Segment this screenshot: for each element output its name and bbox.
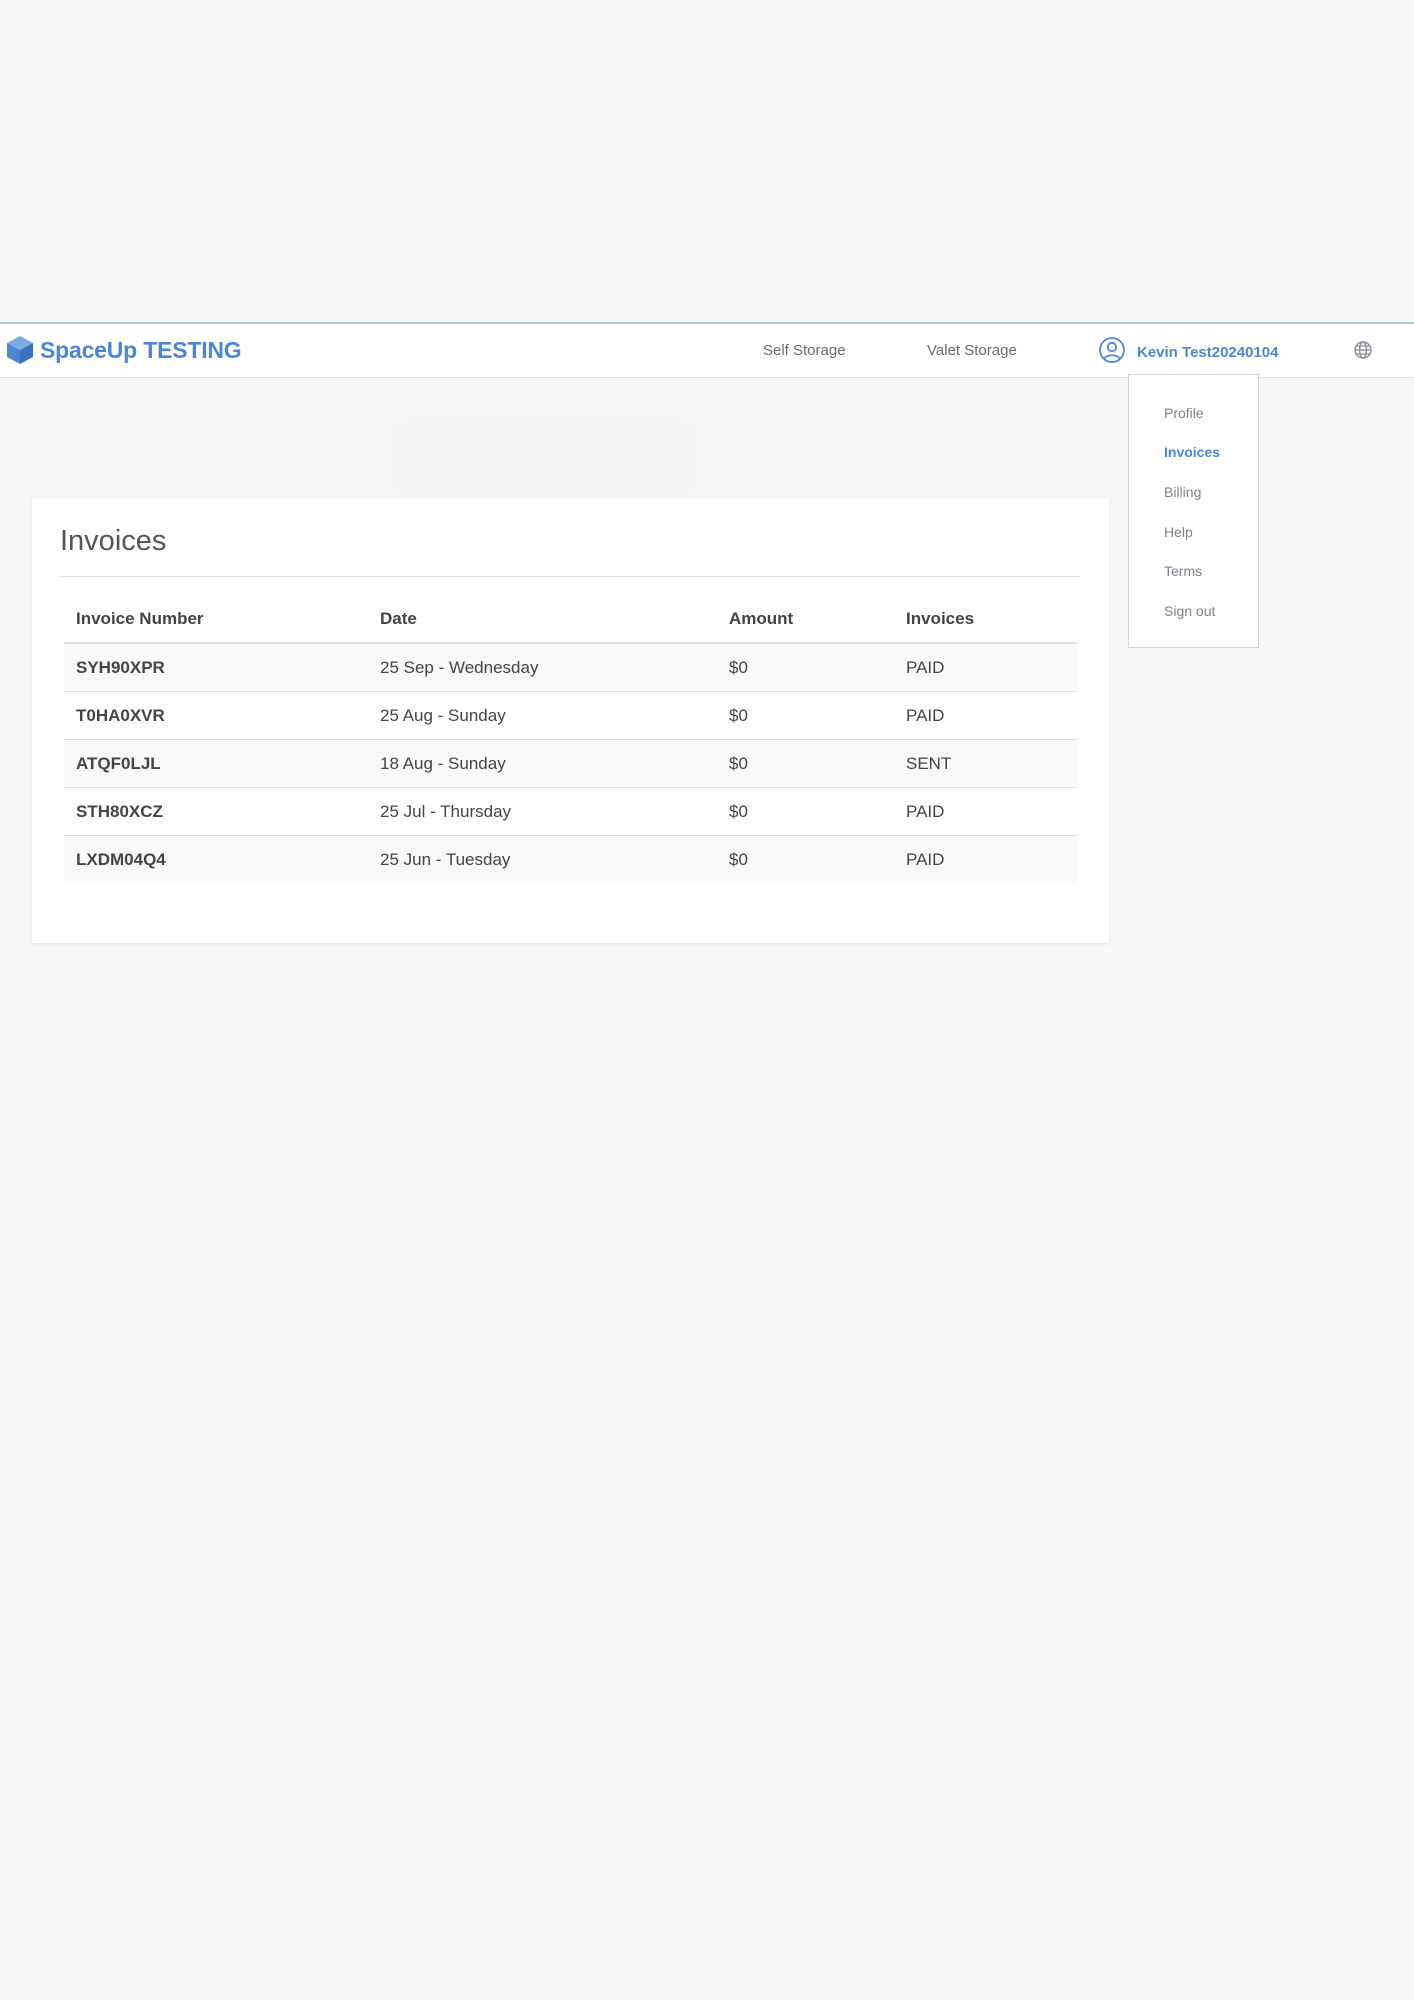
menu-item-invoices[interactable]: Invoices [1164, 444, 1220, 460]
column-header-date: Date [368, 596, 717, 644]
invoice-status: PAID [894, 835, 1077, 883]
invoice-number: LXDM04Q4 [64, 835, 368, 883]
menu-item-profile[interactable]: Profile [1164, 405, 1204, 421]
menu-item-terms[interactable]: Terms [1164, 563, 1202, 579]
table-header-row: Invoice Number Date Amount Invoices [64, 596, 1077, 644]
page-title: Invoices [60, 525, 167, 557]
invoice-status: PAID [894, 787, 1077, 836]
top-navbar: SpaceUp TESTING Self Storage Valet Stora… [0, 322, 1414, 378]
table-row[interactable]: T0HA0XVR 25 Aug - Sunday $0 PAID [64, 691, 1077, 740]
invoice-number: SYH90XPR [64, 643, 368, 692]
table-row[interactable]: ATQF0LJL 18 Aug - Sunday $0 SENT [64, 739, 1077, 788]
invoice-date: 25 Jul - Thursday [368, 787, 717, 836]
menu-item-sign-out[interactable]: Sign out [1164, 603, 1215, 619]
column-header-amount: Amount [717, 596, 894, 644]
menu-item-billing[interactable]: Billing [1164, 484, 1201, 500]
invoice-amount: $0 [717, 835, 894, 883]
brand-name: SpaceUp TESTING [40, 336, 242, 363]
invoices-table: Invoice Number Date Amount Invoices SYH9… [64, 596, 1077, 883]
invoice-status: PAID [894, 691, 1077, 740]
invoice-date: 25 Jun - Tuesday [368, 835, 717, 883]
table-row[interactable]: STH80XCZ 25 Jul - Thursday $0 PAID [64, 787, 1077, 836]
invoice-number: STH80XCZ [64, 787, 368, 836]
invoices-card: Invoices Invoice Number Date Amount Invo… [32, 498, 1109, 943]
cube-logo-icon [7, 336, 33, 364]
menu-item-help[interactable]: Help [1164, 524, 1193, 540]
globe-icon[interactable] [1353, 340, 1373, 360]
invoice-date: 18 Aug - Sunday [368, 739, 717, 788]
invoice-amount: $0 [717, 691, 894, 740]
user-dropdown-menu: Profile Invoices Billing Help Terms Sign… [1128, 374, 1259, 648]
invoice-amount: $0 [717, 643, 894, 692]
invoice-date: 25 Aug - Sunday [368, 691, 717, 740]
user-circle-icon[interactable] [1098, 336, 1126, 364]
table-row[interactable]: LXDM04Q4 25 Jun - Tuesday $0 PAID [64, 835, 1077, 883]
invoice-date: 25 Sep - Wednesday [368, 643, 717, 692]
table-row[interactable]: SYH90XPR 25 Sep - Wednesday $0 PAID [64, 643, 1077, 692]
invoice-status: PAID [894, 643, 1077, 692]
invoice-amount: $0 [717, 739, 894, 788]
column-header-invoice-number: Invoice Number [64, 596, 368, 644]
nav-link-valet-storage[interactable]: Valet Storage [927, 342, 1017, 359]
brand-link[interactable]: SpaceUp TESTING [6, 334, 242, 366]
invoice-status: SENT [894, 739, 1077, 788]
nav-link-self-storage[interactable]: Self Storage [763, 342, 846, 359]
user-menu-toggle[interactable]: Kevin Test20240104 [1137, 344, 1278, 361]
invoice-number: T0HA0XVR [64, 691, 368, 740]
background-pill [393, 424, 695, 490]
column-header-invoices: Invoices [894, 596, 1077, 644]
title-divider [60, 576, 1080, 577]
invoice-number: ATQF0LJL [64, 739, 368, 788]
invoice-amount: $0 [717, 787, 894, 836]
